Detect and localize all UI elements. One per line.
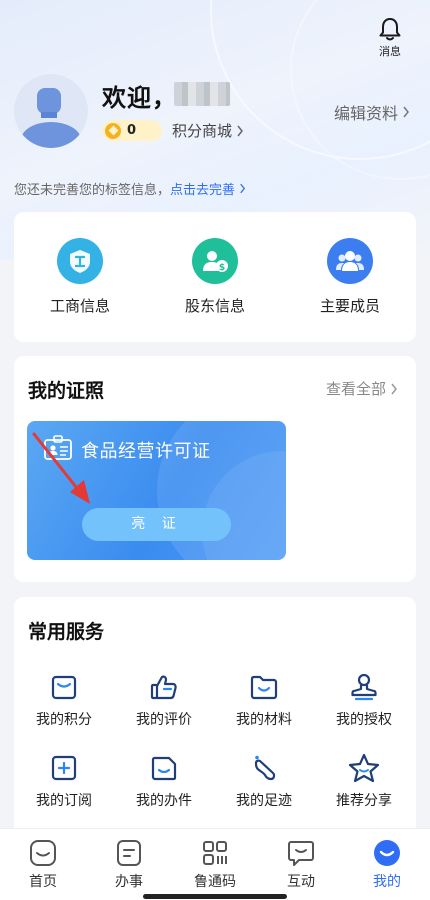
services-title: 常用服务: [28, 621, 105, 643]
certificates-title: 我的证照: [28, 380, 105, 402]
service-recommend-share[interactable]: 推荐分享: [314, 750, 414, 810]
footprint-icon: [246, 750, 282, 786]
points-value: 0: [127, 123, 137, 138]
message-label: 消息: [379, 45, 401, 58]
tab-label: 办事: [115, 874, 143, 890]
edit-profile-label: 编辑资料: [333, 104, 398, 123]
license-name: 食品经营许可证: [81, 441, 211, 462]
main-members-button[interactable]: 主要成员: [290, 238, 410, 316]
stamp-icon: [346, 669, 382, 705]
complete-tags-link[interactable]: 点击去完善: [170, 179, 246, 198]
message-button[interactable]: 消息: [372, 16, 408, 59]
business-info-icon: [57, 238, 103, 284]
show-license-button[interactable]: 亮 证: [82, 508, 231, 541]
members-icon: [327, 238, 373, 284]
points-mall-label: 积分商城: [172, 122, 233, 140]
service-my-points[interactable]: 我的积分: [14, 669, 114, 729]
view-all-link[interactable]: 查看全部: [326, 378, 398, 399]
profile-icon: [371, 837, 403, 869]
edit-profile-link[interactable]: 编辑资料: [334, 100, 410, 124]
username-masked: [174, 82, 230, 106]
shareholder-info-button[interactable]: $ 股东信息: [155, 238, 275, 316]
service-my-cases[interactable]: 我的办件: [114, 750, 214, 810]
tab-label: 首页: [29, 874, 57, 890]
task-icon: [113, 837, 145, 869]
service-label: 推荐分享: [336, 793, 392, 809]
service-label: 我的订阅: [36, 793, 92, 809]
business-info-label: 工商信息: [49, 297, 110, 315]
avatar[interactable]: [14, 74, 88, 148]
service-label: 我的积分: [36, 712, 92, 728]
star-icon: [346, 750, 382, 786]
service-my-materials[interactable]: 我的材料: [214, 669, 314, 729]
main-members-label: 主要成员: [319, 297, 380, 315]
tab-interaction[interactable]: 互动: [258, 837, 344, 891]
svg-text:$: $: [219, 263, 225, 273]
thumbs-up-icon: [146, 669, 182, 705]
tab-services[interactable]: 办事: [86, 837, 172, 891]
home-icon: [27, 837, 59, 869]
points-mall-link[interactable]: 积分商城: [172, 120, 244, 141]
common-services-card: 常用服务 我的积分 我的评价 我的材料 我的授权 我的订阅 我的办件 我的足迹 …: [14, 597, 416, 837]
document-icon: [146, 750, 182, 786]
enterprise-info-card: 工商信息 $ 股东信息 主要成员: [14, 212, 416, 342]
service-label: 我的授权: [336, 712, 392, 728]
bag-icon: [46, 669, 82, 705]
tab-lutong-code[interactable]: 鲁通码: [172, 837, 258, 891]
service-label: 我的办件: [136, 793, 192, 809]
avatar-icon: [21, 88, 81, 148]
bottom-tab-bar: 首页 办事 鲁通码 互动 我的: [0, 828, 430, 900]
tab-mine[interactable]: 我的: [344, 837, 430, 891]
tag-tip-text: 您还未完善您的标签信息，: [14, 183, 171, 198]
bell-icon: [379, 18, 401, 41]
view-all-label: 查看全部: [325, 380, 386, 398]
shareholder-icon: $: [192, 238, 238, 284]
tab-label: 互动: [287, 874, 315, 890]
welcome-text: 欢迎，: [102, 84, 177, 112]
chat-icon: [285, 837, 317, 869]
tab-home[interactable]: 首页: [0, 837, 86, 891]
chevron-right-icon: [237, 125, 243, 136]
chevron-right-icon: [391, 383, 397, 394]
home-indicator[interactable]: [143, 894, 287, 899]
tag-tip: 您还未完善您的标签信息， 点击去完善: [14, 179, 246, 198]
chevron-right-icon: [240, 183, 246, 194]
service-my-footprints[interactable]: 我的足迹: [214, 750, 314, 810]
folder-icon: [246, 669, 282, 705]
business-info-button[interactable]: 工商信息: [20, 238, 140, 316]
points-badge[interactable]: 0: [102, 120, 162, 141]
tab-label: 我的: [373, 874, 401, 890]
complete-tags-label: 点击去完善: [170, 183, 236, 198]
service-my-reviews[interactable]: 我的评价: [114, 669, 214, 729]
service-label: 我的评价: [136, 712, 192, 728]
chevron-right-icon: [403, 106, 409, 118]
tab-label: 鲁通码: [194, 874, 236, 890]
decor-ring: [290, 0, 430, 180]
coin-icon: [105, 122, 121, 139]
service-label: 我的材料: [236, 712, 292, 728]
service-my-subscriptions[interactable]: 我的订阅: [14, 750, 114, 810]
service-my-authorization[interactable]: 我的授权: [314, 669, 414, 729]
subscribe-icon: [46, 750, 82, 786]
my-certificates-card: 我的证照 查看全部 食品经营许可证 亮 证: [14, 356, 416, 582]
shareholder-info-label: 股东信息: [184, 297, 245, 315]
id-card-icon: [44, 435, 72, 460]
service-label: 我的足迹: [236, 793, 292, 809]
food-license-card[interactable]: 食品经营许可证 亮 证: [27, 421, 286, 560]
qrcode-icon: [199, 837, 231, 869]
